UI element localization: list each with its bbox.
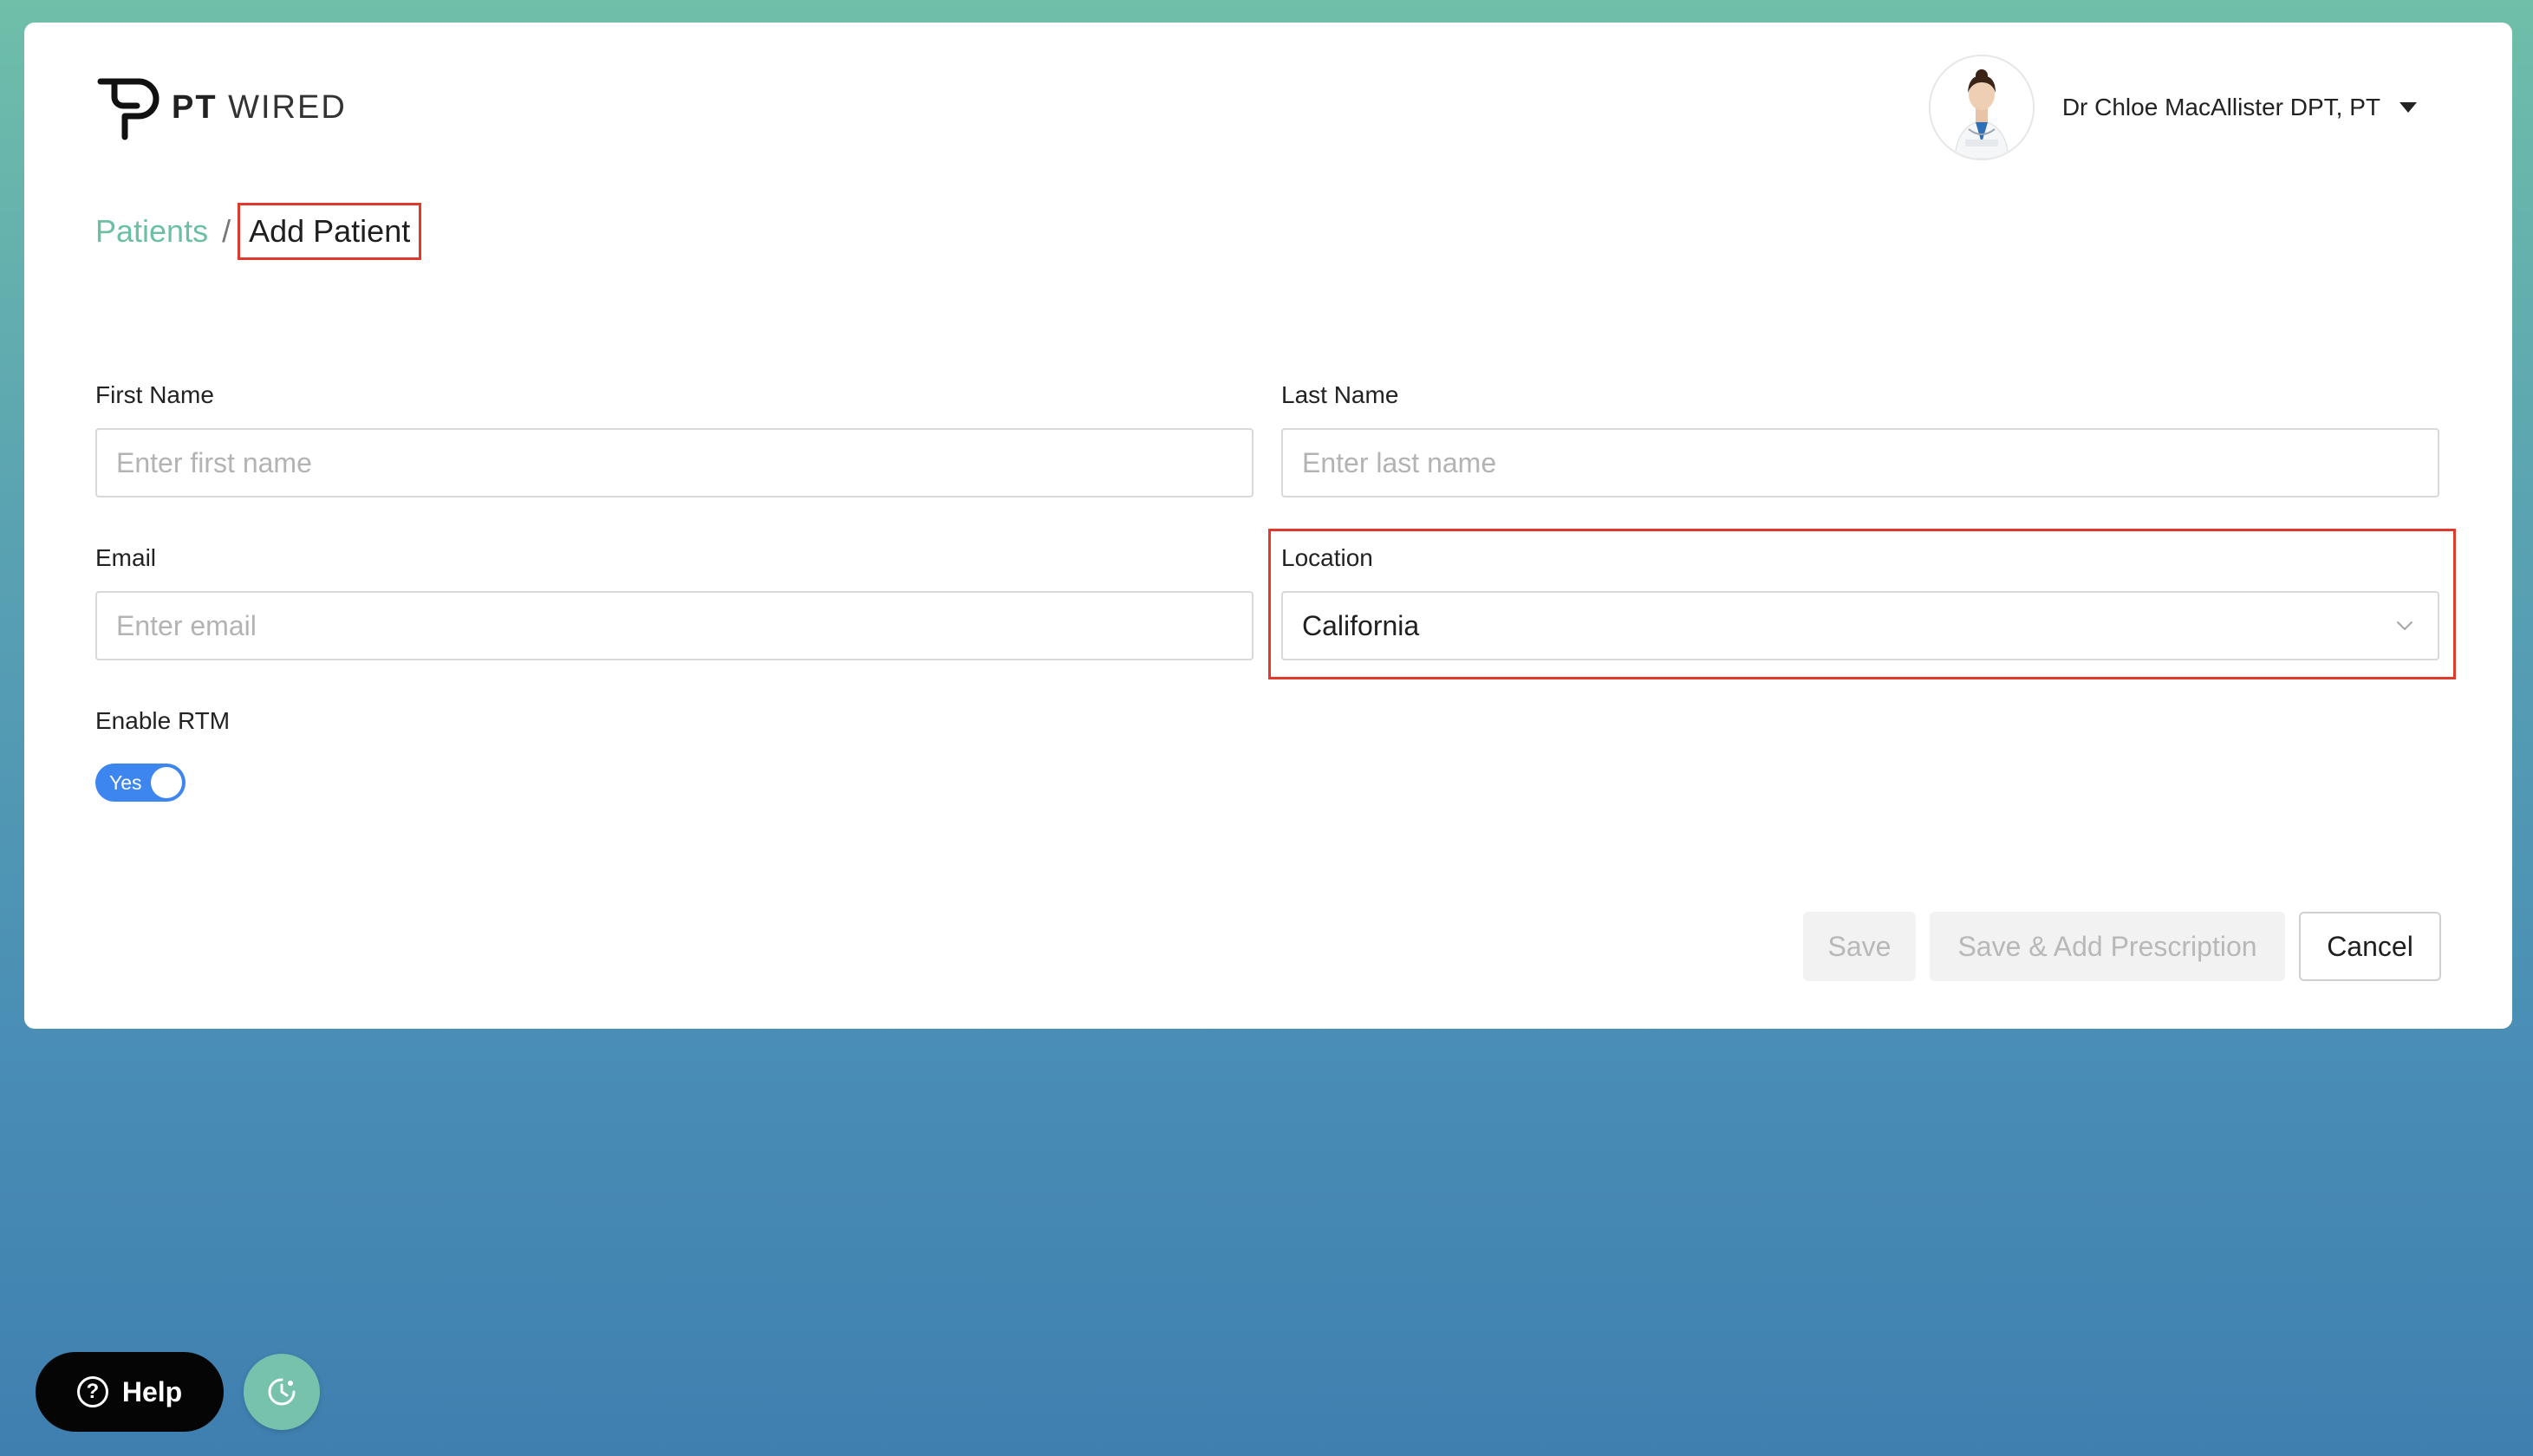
user-name[interactable]: Dr Chloe MacAllister DPT, PT bbox=[2062, 94, 2380, 121]
cancel-button[interactable]: Cancel bbox=[2299, 912, 2441, 981]
last-name-input[interactable] bbox=[1281, 428, 2439, 497]
breadcrumb-separator: / bbox=[222, 213, 231, 249]
caret-down-icon[interactable] bbox=[2400, 102, 2417, 113]
doctor-avatar-icon bbox=[1930, 56, 2033, 159]
question-mark-icon: ? bbox=[76, 1376, 108, 1407]
toggle-knob bbox=[151, 767, 182, 798]
email-input[interactable] bbox=[95, 591, 1253, 660]
chevron-down-icon bbox=[2397, 621, 2413, 630]
first-name-input[interactable] bbox=[95, 428, 1253, 497]
breadcrumb: Patients / Add Patient bbox=[95, 201, 422, 262]
feedback-widget-button[interactable] bbox=[244, 1354, 320, 1430]
save-add-prescription-button[interactable]: Save & Add Prescription bbox=[1930, 912, 2285, 981]
location-label: Location bbox=[1281, 544, 1373, 571]
toggle-text: Yes bbox=[109, 771, 142, 794]
email-label: Email bbox=[95, 544, 157, 571]
brand-name: PT WIRED bbox=[172, 89, 347, 127]
breadcrumb-current: Add Patient bbox=[238, 203, 422, 260]
location-select[interactable]: California bbox=[1281, 591, 2439, 660]
help-label: Help bbox=[121, 1375, 183, 1407]
user-menu[interactable]: Dr Chloe MacAllister DPT, PT bbox=[1928, 55, 2417, 160]
brand-logo[interactable]: PT WIRED bbox=[95, 75, 347, 140]
brand-name-light: WIRED bbox=[228, 88, 347, 126]
enable-rtm-label: Enable RTM bbox=[95, 707, 231, 734]
timer-icon bbox=[268, 1378, 296, 1406]
brand-name-bold: PT bbox=[172, 88, 218, 126]
enable-rtm-toggle[interactable]: Yes bbox=[95, 764, 186, 802]
location-value: California bbox=[1302, 609, 1420, 641]
pt-logo-icon bbox=[97, 78, 160, 140]
last-name-label: Last Name bbox=[1281, 381, 1399, 408]
first-name-label: First Name bbox=[95, 381, 214, 408]
breadcrumb-patients-link[interactable]: Patients bbox=[95, 213, 208, 250]
main-card: PT WIRED Dr Chloe MacAllister DPT, PT Pa… bbox=[24, 23, 2512, 1029]
save-button[interactable]: Save bbox=[1803, 912, 1916, 981]
help-button[interactable]: ? Help bbox=[36, 1352, 224, 1432]
avatar[interactable] bbox=[1928, 55, 2035, 160]
